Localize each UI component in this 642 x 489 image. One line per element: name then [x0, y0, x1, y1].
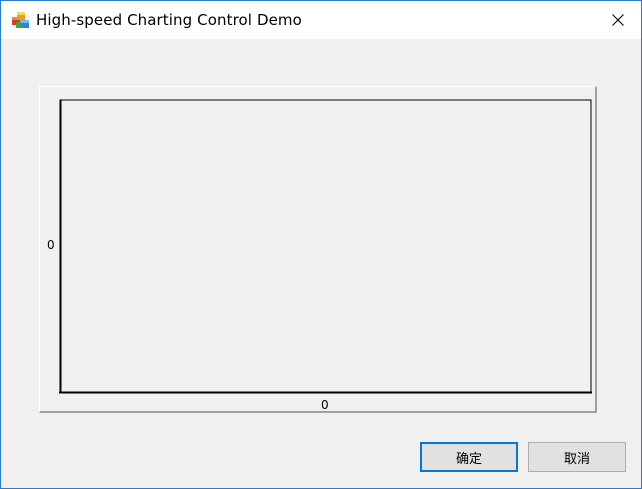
plot-border — [59, 99, 592, 393]
title-bar[interactable]: High-speed Charting Control Demo — [1, 1, 641, 39]
y-axis-tick-label: 0 — [47, 238, 55, 252]
close-icon — [612, 14, 624, 26]
chart-plot-area — [59, 99, 592, 394]
close-button[interactable] — [595, 1, 641, 39]
dialog-window: High-speed Charting Control Demo 0 0 确定 … — [0, 0, 642, 489]
chart-control[interactable]: 0 0 — [39, 86, 597, 413]
ok-button[interactable]: 确定 — [420, 442, 518, 472]
window-title: High-speed Charting Control Demo — [36, 11, 302, 29]
cancel-button[interactable]: 取消 — [528, 442, 626, 472]
x-axis-tick-label: 0 — [321, 398, 329, 412]
app-cubes-icon — [12, 12, 29, 28]
